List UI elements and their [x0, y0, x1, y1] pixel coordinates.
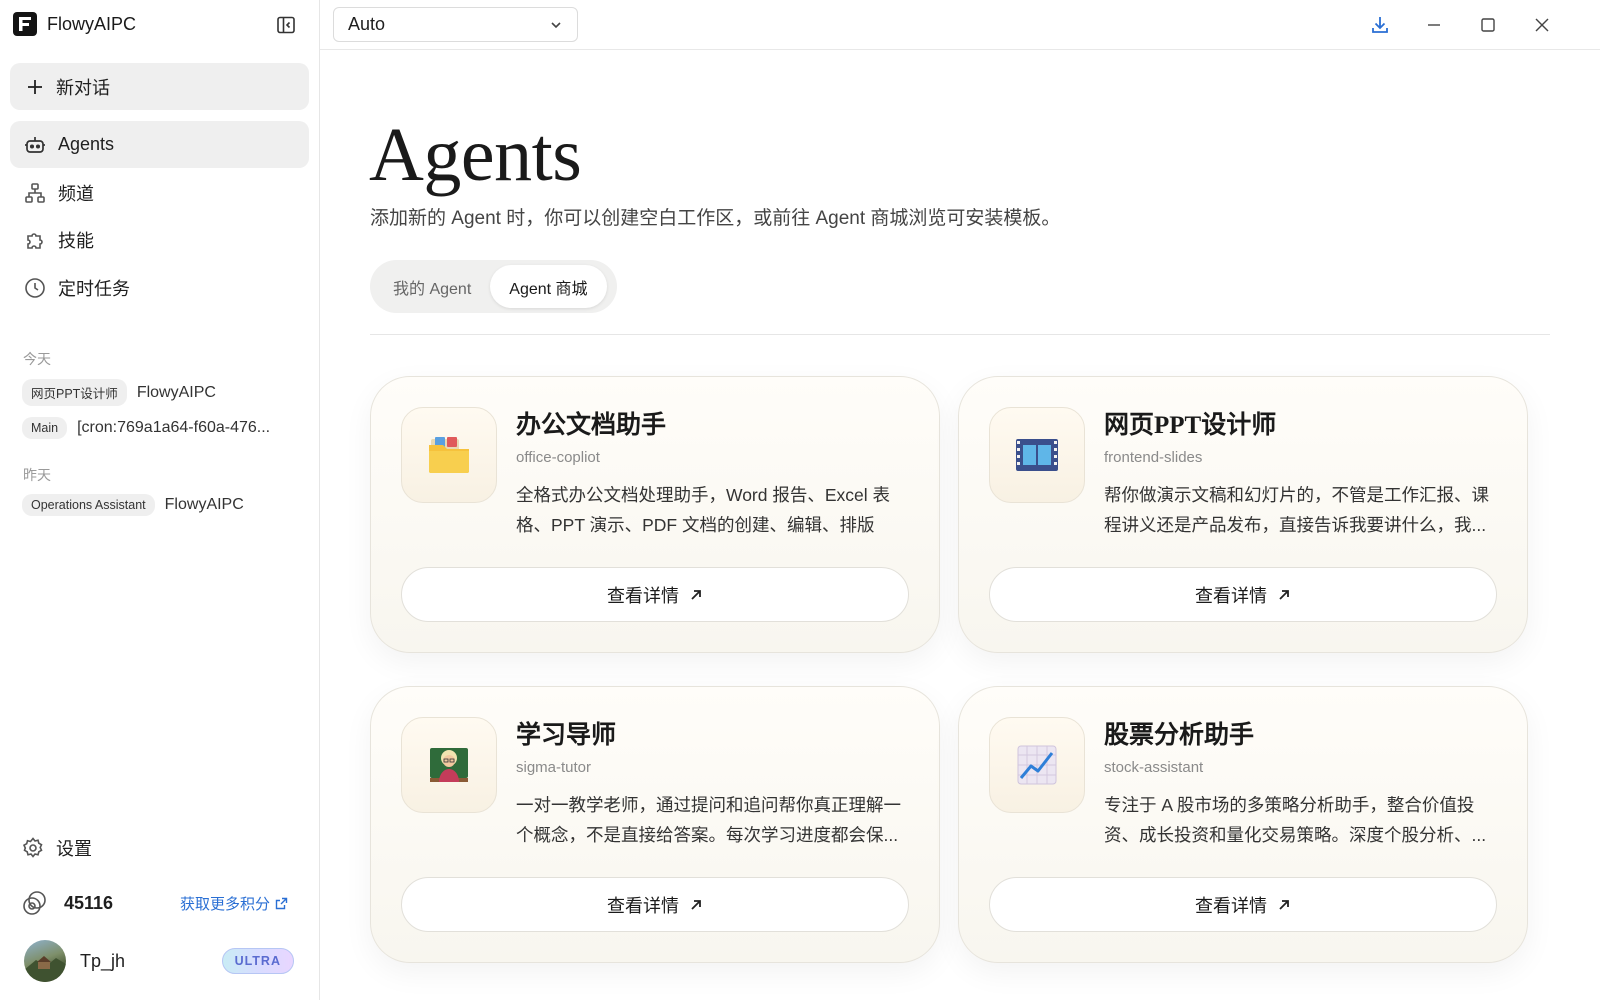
close-button[interactable]	[1530, 13, 1554, 37]
sidebar-item-skills[interactable]: 技能	[10, 216, 309, 263]
credits-balance: 45116	[64, 892, 114, 913]
film-icon	[989, 407, 1085, 503]
coins-icon	[23, 891, 46, 915]
view-details-button[interactable]: 查看详情	[401, 567, 909, 622]
collapse-sidebar-icon[interactable]	[276, 15, 296, 35]
sidebar: FlowyAIPC 新对话 Agents 频道 技能 定时任务 今天 网页PPT…	[0, 0, 320, 1000]
get-more-credits-link[interactable]: 获取更多积分	[180, 893, 288, 914]
sidebar-item-channels[interactable]: 频道	[10, 169, 309, 216]
card-title: 股票分析助手	[1104, 722, 1255, 749]
minimize-button[interactable]	[1422, 13, 1446, 37]
minimize-icon	[1428, 24, 1440, 26]
card-title: 学习导师	[516, 722, 617, 749]
new-chat-button[interactable]: 新对话	[10, 63, 309, 110]
app-logo-icon	[13, 12, 37, 36]
clock-icon	[25, 277, 45, 298]
close-icon	[1535, 18, 1549, 32]
history-tag: 网页PPT设计师	[22, 379, 127, 406]
history-item[interactable]: Operations Assistant FlowyAIPC	[22, 494, 244, 516]
hierarchy-icon	[25, 182, 45, 203]
view-details-button[interactable]: 查看详情	[989, 877, 1497, 932]
history-section-today: 今天	[23, 351, 51, 367]
view-details-button[interactable]: 查看详情	[989, 567, 1497, 622]
view-details-label: 查看详情	[607, 585, 679, 606]
plan-badge: ULTRA	[221, 948, 294, 974]
sidebar-item-label: 技能	[58, 230, 94, 251]
sidebar-item-label: Agents	[58, 134, 115, 154]
arrow-up-right-icon	[1279, 899, 1289, 910]
user-row[interactable]: Tp_jh ULTRA	[24, 940, 294, 982]
sidebar-item-scheduled-tasks[interactable]: 定时任务	[10, 264, 309, 311]
history-item[interactable]: 网页PPT设计师 FlowyAIPC	[22, 379, 216, 406]
settings-label: 设置	[56, 839, 92, 859]
main-content: Agents 添加新的 Agent 时，你可以创建空白工作区，或前往 Agent…	[320, 50, 1600, 1000]
topbar: Auto	[320, 0, 1600, 50]
model-select[interactable]: Auto	[333, 7, 578, 42]
gear-icon	[22, 837, 43, 858]
card-slug: office-copliot	[516, 449, 600, 466]
history-item[interactable]: Main [cron:769a1a64-f60a-476...	[22, 417, 270, 439]
history-title: [cron:769a1a64-f60a-476...	[77, 419, 271, 436]
avatar[interactable]	[24, 940, 66, 982]
agent-card: 网页PPT设计师 frontend-slides 帮你做演示文稿和幻灯片的，不管…	[958, 376, 1528, 653]
card-slug: sigma-tutor	[516, 759, 592, 776]
robot-icon	[25, 136, 45, 153]
sidebar-item-label: 频道	[58, 183, 94, 204]
view-details-button[interactable]: 查看详情	[401, 877, 909, 932]
brand: FlowyAIPC	[13, 12, 136, 36]
download-icon	[1372, 17, 1388, 33]
divider	[370, 334, 1550, 335]
folder-icon	[401, 407, 497, 503]
plus-icon	[28, 79, 42, 94]
arrow-up-right-icon	[691, 589, 701, 600]
agent-card: 学习导师 sigma-tutor 一对一教学老师，通过提问和追问帮你真正理解一个…	[370, 686, 940, 963]
sidebar-item-label: 定时任务	[58, 278, 130, 299]
card-title: 办公文档助手	[516, 412, 667, 439]
arrow-up-right-icon	[1279, 589, 1289, 600]
view-details-label: 查看详情	[607, 895, 679, 916]
card-description: 一对一教学老师，通过提问和追问帮你真正理解一个概念，不是直接给答案。每次学习进度…	[516, 795, 901, 845]
page-subtitle: 添加新的 Agent 时，你可以创建空白工作区，或前往 Agent 商城浏览可安…	[370, 208, 1061, 229]
card-slug: frontend-slides	[1104, 449, 1203, 466]
chevron-down-icon	[551, 21, 561, 28]
tab-agent-store[interactable]: Agent 商城	[490, 265, 607, 308]
sidebar-item-agents[interactable]: Agents	[10, 121, 309, 168]
download-button[interactable]	[1368, 13, 1392, 37]
view-details-label: 查看详情	[1195, 585, 1267, 606]
settings-button[interactable]: 设置	[22, 835, 92, 861]
agent-card: 股票分析助手 stock-assistant 专注于 A 股市场的多策略分析助手…	[958, 686, 1528, 963]
card-description: 专注于 A 股市场的多策略分析助手，整合价值投资、成长投资和量化交易策略。深度个…	[1104, 795, 1487, 845]
view-details-label: 查看详情	[1195, 895, 1267, 916]
maximize-button[interactable]	[1476, 13, 1500, 37]
card-slug: stock-assistant	[1104, 759, 1204, 776]
teacher-icon	[401, 717, 497, 813]
history-title: FlowyAIPC	[164, 496, 244, 513]
external-link-icon	[275, 897, 288, 909]
agent-card: 办公文档助手 office-copliot 全格式办公文档处理助手，Word 报…	[370, 376, 940, 653]
history-section-yesterday: 昨天	[23, 467, 51, 483]
card-title: 网页PPT设计师	[1104, 412, 1277, 439]
history-title: FlowyAIPC	[136, 383, 216, 401]
chart-up-icon	[989, 717, 1085, 813]
model-select-value: Auto	[348, 14, 386, 34]
history-tag: Main	[22, 417, 68, 439]
arrow-up-right-icon	[691, 899, 701, 910]
credits-row: 45116 获取更多积分	[22, 890, 292, 916]
tab-my-agents[interactable]: 我的 Agent	[374, 265, 490, 308]
app-name: FlowyAIPC	[47, 13, 137, 34]
maximize-icon	[1481, 18, 1495, 32]
page-title: Agents	[369, 113, 582, 197]
new-chat-label: 新对话	[56, 77, 110, 98]
puzzle-icon	[27, 232, 43, 249]
card-description: 帮你做演示文稿和幻灯片的，不管是工作汇报、课程讲义还是产品发布，直接告诉我要讲什…	[1104, 485, 1489, 535]
get-more-credits-label: 获取更多积分	[179, 895, 270, 913]
card-description: 全格式办公文档处理助手，Word 报告、Excel 表格、PPT 演示、PDF …	[516, 485, 891, 535]
history-tag: Operations Assistant	[22, 494, 155, 516]
agent-tabs: 我的 Agent Agent 商城	[370, 260, 617, 313]
user-name: Tp_jh	[80, 950, 126, 971]
